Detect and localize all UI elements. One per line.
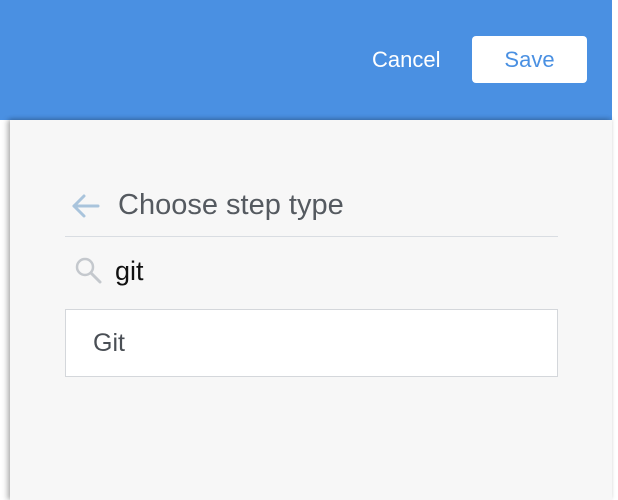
page-title: Choose step type <box>118 189 344 221</box>
arrow-left-icon[interactable] <box>70 190 102 222</box>
search-input[interactable] <box>115 251 545 291</box>
cancel-button[interactable]: Cancel <box>372 45 440 75</box>
search-icon <box>73 255 103 285</box>
save-button[interactable]: Save <box>472 36 587 83</box>
list-item-label: Git <box>93 329 125 357</box>
top-bar: Cancel Save <box>0 0 612 120</box>
step-type-results: Git <box>65 309 558 377</box>
list-item[interactable]: Git <box>65 309 558 377</box>
window-edge <box>612 0 618 500</box>
panel-header: Choose step type <box>65 178 558 237</box>
step-type-panel: Choose step type Git <box>10 120 612 500</box>
search-bar <box>65 237 558 305</box>
